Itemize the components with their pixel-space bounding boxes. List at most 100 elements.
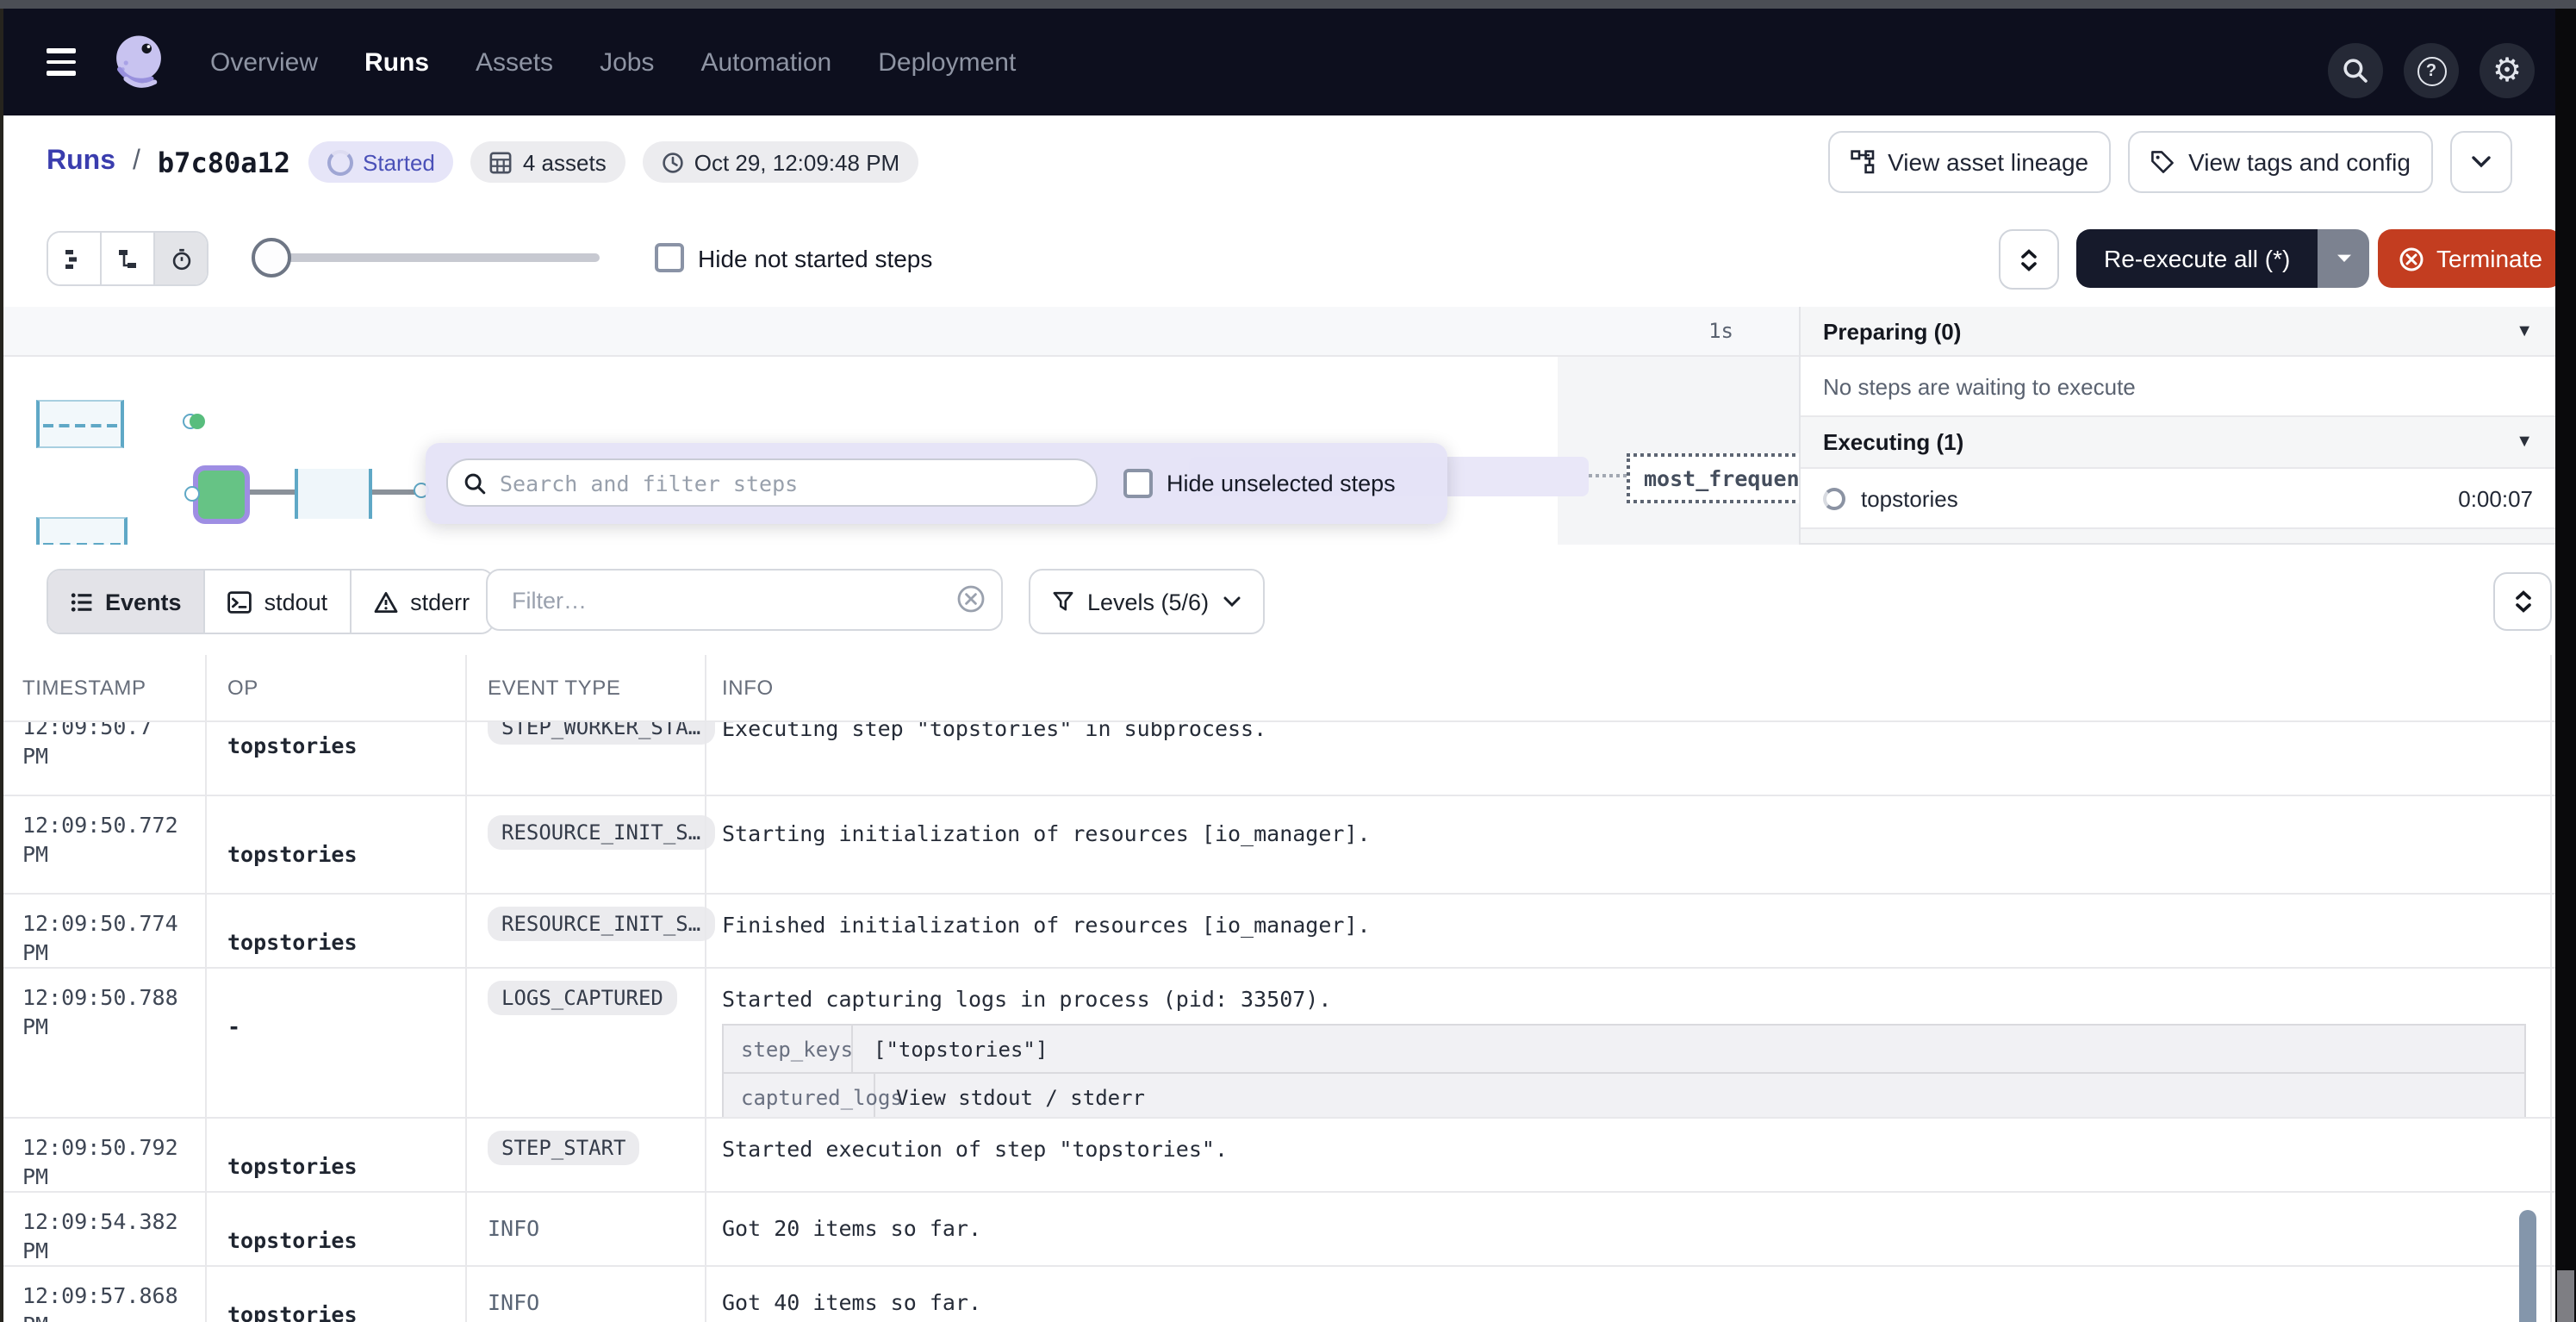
step-spinner-icon [1823, 487, 1845, 509]
tab-stdout[interactable]: stdout [206, 571, 352, 633]
nav-item-jobs[interactable]: Jobs [600, 47, 654, 77]
cell-op: topstories [227, 1119, 465, 1179]
table-row[interactable]: 12:09:50.788PM - LOGS_CAPTURED Started c… [0, 969, 2555, 1119]
hamburger-menu-icon[interactable] [47, 48, 76, 76]
table-row[interactable]: 12:09:54.382PM topstories INFO Got 20 it… [0, 1193, 2555, 1267]
tag-icon [2150, 150, 2175, 174]
nav-item-automation[interactable]: Automation [700, 47, 831, 77]
event-type-badge: STEP_WORKER_STA… [488, 722, 714, 745]
header-more-button[interactable] [2450, 131, 2512, 193]
gantt-filter-overlay: Hide unselected steps [426, 443, 1447, 524]
cell-op: topstories [227, 796, 465, 867]
table-row[interactable]: 12:09:50.7PM topstories STEP_WORKER_STA…… [0, 722, 2555, 796]
window-scrollbar-thumb[interactable] [2557, 1270, 2574, 1322]
event-type-badge: LOGS_CAPTURED [488, 981, 677, 1015]
cell-op: - [227, 969, 465, 1039]
nav-item-overview[interactable]: Overview [210, 47, 318, 77]
hide-not-started-checkbox[interactable] [655, 243, 684, 272]
window-scrollbar-track[interactable] [2555, 9, 2576, 1322]
panel-section-preparing[interactable]: Preparing (0) ▼ [1801, 307, 2555, 357]
cell-op: topstories [227, 895, 465, 955]
table-row[interactable]: 12:09:57.868PM topstories INFO Got 40 it… [0, 1267, 2555, 1322]
view-mode-flat-button[interactable] [48, 233, 102, 284]
assets-grid-icon [490, 151, 513, 173]
panel-section-errored[interactable]: Errored (0) ▼ [1801, 529, 2555, 545]
search-button[interactable] [2328, 43, 2383, 98]
gantt-expand-button[interactable] [1999, 229, 2059, 290]
settings-button[interactable]: ⚙ [2480, 43, 2535, 98]
breadcrumb-runs-link[interactable]: Runs [47, 147, 115, 178]
event-type-badge: STEP_START [488, 1131, 640, 1165]
cell-info: Started execution of step "topstories". [722, 1119, 2555, 1162]
view-mode-waterfall-button[interactable] [102, 233, 155, 284]
caret-down-icon: ▼ [2516, 433, 2533, 452]
log-filter-input[interactable] [486, 569, 1003, 631]
pending-step-label: most_frequent [1644, 465, 1799, 491]
app-root: Overview Runs Assets Jobs Automation Dep… [0, 0, 2576, 1322]
table-row[interactable]: 12:09:50.772 PM topstories RESOURCE_INIT_… [0, 796, 2555, 895]
clock-icon [662, 151, 684, 173]
start-time-label: Oct 29, 12:09:48 PM [694, 149, 899, 175]
view-mode-timed-button[interactable] [155, 233, 207, 284]
captured-logs-link[interactable]: View stdout / stderr [875, 1085, 1145, 1109]
panel-section-executing[interactable]: Executing (1) ▼ [1801, 417, 2555, 469]
cell-info: Got 20 items so far. [722, 1193, 2555, 1241]
executing-step-elapsed: 0:00:07 [2458, 485, 2533, 511]
reexecute-dropdown-button[interactable] [2318, 229, 2369, 288]
reexecute-all-button[interactable]: Re-execute all (*) [2076, 229, 2318, 288]
gantt-step-running-segment[interactable] [295, 469, 372, 519]
view-tags-config-button[interactable]: View tags and config [2128, 131, 2433, 193]
hide-unselected-checkbox[interactable] [1123, 469, 1153, 498]
gantt-step-selected-topstories[interactable] [193, 465, 250, 524]
gear-icon: ⚙ [2492, 54, 2522, 87]
help-button[interactable]: ? [2404, 43, 2459, 98]
run-header-row: Runs / b7c80a12 Started 4 assets [0, 115, 2555, 210]
asset-count-badge[interactable]: 4 assets [471, 141, 625, 183]
gantt-step-not-started-1[interactable] [36, 400, 124, 448]
table-row[interactable]: 12:09:50.774PM topstories RESOURCE_INIT_… [0, 895, 2555, 969]
step-search-input[interactable] [446, 458, 1098, 507]
gantt-dotted-connector [1589, 474, 1627, 477]
lineage-icon [1850, 150, 1874, 174]
cell-timestamp: 12:09:57.868 [22, 1282, 178, 1308]
terminate-label: Terminate [2436, 245, 2542, 272]
view-tags-config-label: View tags and config [2188, 148, 2411, 176]
clear-filter-button[interactable] [956, 584, 986, 614]
cell-info: Starting initialization of resources [io… [722, 796, 2555, 846]
gantt-future-region [1558, 357, 1799, 545]
run-toolbar-row: Hide not started steps Re-execute all (*… [0, 209, 2555, 309]
cell-info: Finished initialization of resources [io… [722, 895, 2555, 938]
gantt-step-dot[interactable] [190, 414, 205, 429]
header-actions: View asset lineage View tags and config [1827, 115, 2512, 209]
table-scrollbar-thumb[interactable] [2519, 1210, 2536, 1322]
column-divider [205, 655, 207, 1322]
zoom-slider-thumb[interactable] [252, 238, 291, 277]
nav-item-assets[interactable]: Assets [476, 47, 553, 77]
terminal-icon [228, 590, 252, 613]
table-row[interactable]: 12:09:50.792PM topstories STEP_START Sta… [0, 1119, 2555, 1193]
asset-count-label: 4 assets [523, 149, 607, 175]
nav-item-runs[interactable]: Runs [364, 47, 429, 77]
zoom-slider-track[interactable] [258, 253, 600, 262]
cell-ampm: PM [22, 841, 48, 867]
executing-step-row[interactable]: topstories 0:00:07 [1801, 469, 2555, 529]
event-level-label: INFO [488, 1267, 705, 1315]
terminate-button[interactable]: Terminate [2378, 229, 2563, 288]
gantt-step-most-frequent[interactable]: most_frequent [1627, 453, 1799, 503]
status-label: Started [363, 149, 435, 175]
metadata-row: captured_logs View stdout / stderr [724, 1074, 2524, 1119]
dagster-logo-icon[interactable] [107, 31, 171, 95]
event-type-badge: RESOURCE_INIT_S… [488, 815, 714, 850]
levels-filter-button[interactable]: Levels (5/6) [1029, 569, 1264, 634]
gantt-step-not-started-2[interactable] [36, 517, 128, 546]
events-expand-button[interactable] [2493, 572, 2552, 631]
event-log-table: TIMESTAMP OP EVENT TYPE INFO 12:09:50.7P… [0, 655, 2555, 1322]
cell-timestamp: 12:09:50.772 [22, 812, 178, 838]
events-toolbar: Events stdout stderr [0, 545, 2555, 657]
cell-timestamp: 12:09:50.7 [22, 722, 152, 739]
nav-item-deployment[interactable]: Deployment [878, 47, 1016, 77]
tab-events[interactable]: Events [48, 571, 206, 633]
cell-timestamp: 12:09:54.382 [22, 1208, 178, 1234]
view-asset-lineage-button[interactable]: View asset lineage [1827, 131, 2111, 193]
tab-stderr[interactable]: stderr [352, 571, 492, 633]
